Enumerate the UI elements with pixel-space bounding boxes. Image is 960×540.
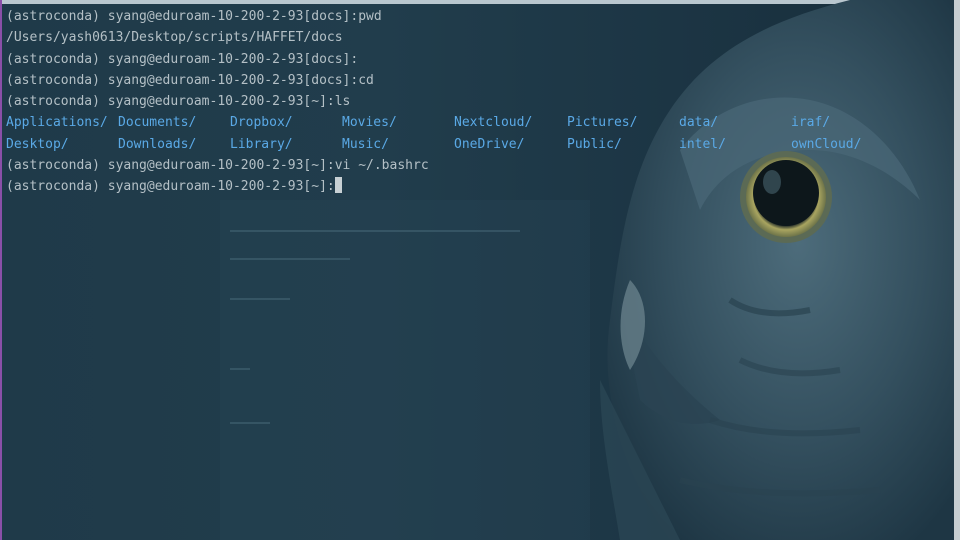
ls-output-row: Applications/ Documents/ Dropbox/ Movies… xyxy=(6,112,946,133)
directory-entry: Pictures/ xyxy=(567,115,638,131)
terminal-line: (astroconda) syang@eduroam-10-200-2-93[~… xyxy=(6,158,429,174)
directory-entry: data/ xyxy=(679,115,719,131)
directory-entry: Downloads/ xyxy=(118,136,197,152)
ls-output-row: Desktop/ Downloads/ Library/ Music/ OneD… xyxy=(6,134,946,155)
directory-entry: OneDrive/ xyxy=(454,136,525,152)
terminal-line: (astroconda) syang@eduroam-10-200-2-93[d… xyxy=(6,51,359,67)
terminal-prompt: (astroconda) syang@eduroam-10-200-2-93[~… xyxy=(6,179,335,195)
directory-entry: Public/ xyxy=(567,136,622,152)
terminal-line: (astroconda) syang@eduroam-10-200-2-93[d… xyxy=(6,72,374,88)
directory-entry: Documents/ xyxy=(118,115,197,131)
directory-entry: Music/ xyxy=(342,136,389,152)
terminal-window[interactable]: (astroconda) syang@eduroam-10-200-2-93[d… xyxy=(0,0,960,540)
window-left-edge xyxy=(0,0,2,540)
window-scrollbar-edge[interactable] xyxy=(954,0,960,540)
terminal-output[interactable]: (astroconda) syang@eduroam-10-200-2-93[d… xyxy=(6,6,946,198)
terminal-line: (astroconda) syang@eduroam-10-200-2-93[d… xyxy=(6,9,382,24)
terminal-prompt-line[interactable]: (astroconda) syang@eduroam-10-200-2-93[~… xyxy=(6,176,946,197)
background-ghost-text xyxy=(220,200,590,540)
directory-entry: Nextcloud/ xyxy=(454,115,533,131)
directory-entry: ownCloud/ xyxy=(791,136,862,152)
directory-entry: Dropbox/ xyxy=(230,115,293,131)
directory-entry: iraf/ xyxy=(791,115,831,131)
terminal-line: /Users/yash0613/Desktop/scripts/HAFFET/d… xyxy=(6,30,343,46)
directory-entry: Library/ xyxy=(230,136,293,152)
directory-entry: Desktop/ xyxy=(6,136,69,152)
terminal-line: (astroconda) syang@eduroam-10-200-2-93[~… xyxy=(6,94,351,110)
directory-entry: intel/ xyxy=(679,136,726,152)
directory-entry: Applications/ xyxy=(6,115,108,131)
text-cursor xyxy=(334,177,342,194)
directory-entry: Movies/ xyxy=(342,115,397,131)
